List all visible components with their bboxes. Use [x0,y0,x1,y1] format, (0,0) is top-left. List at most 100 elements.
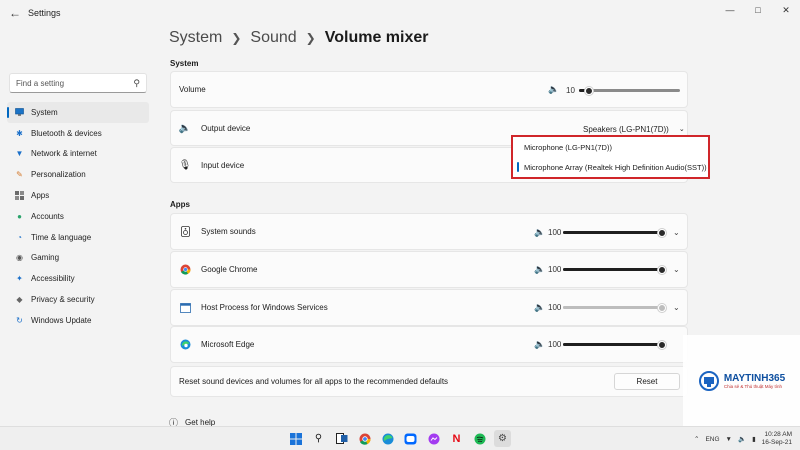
gamepad-icon: ◉ [16,253,23,263]
app-volume-slider[interactable] [563,303,666,312]
speaker-icon[interactable]: 🔈 [534,264,545,275]
watermark-brand: MAYTINH365 [723,372,786,384]
accessibility-icon: ✦ [16,274,23,284]
close-icon[interactable]: ✕ [772,0,800,20]
sidebar-item-label: Windows Update [31,315,92,325]
taskbar: ⚲ N ⚙ ⌃ ENG ▼ 🔈 ▮ 10:28 AM 16-Sep-21 [0,426,800,450]
search-input[interactable] [16,78,126,88]
sidebar-item-personalization[interactable]: ✎ Personalization [7,164,149,185]
app-volume-value: 100 [548,265,562,274]
apps-icon [15,191,24,201]
sidebar-item-accounts[interactable]: ● Accounts [7,206,149,227]
system-tray: ⌃ ENG ▼ 🔈 ▮ 10:28 AM 16-Sep-21 [694,431,792,447]
sidebar-item-bluetooth[interactable]: ✱ Bluetooth & devices [7,123,149,144]
speaker-icon[interactable]: 🔈 [534,227,545,238]
reset-row: Reset sound devices and volumes for all … [170,366,688,397]
app-volume-slider[interactable] [563,340,666,349]
reset-description: Reset sound devices and volumes for all … [179,377,449,386]
search-box[interactable]: ⚲ [9,73,147,93]
slider-thumb[interactable] [658,265,666,274]
sidebar-item-time-language[interactable]: ◔ Time & language [7,227,149,248]
breadcrumb-sound[interactable]: Sound [250,29,296,47]
sidebar-item-windows-update[interactable]: ↻ Windows Update [7,310,149,331]
task-view-icon[interactable] [333,430,350,447]
speaker-icon[interactable]: 🔈 [534,302,545,313]
section-heading-apps: Apps [170,200,190,209]
slider-thumb[interactable] [658,303,666,312]
chevron-down-icon[interactable]: ⌄ [673,265,680,274]
netflix-icon[interactable]: N [448,430,465,447]
search-icon[interactable]: ⚲ [310,430,327,447]
input-option-realtek-microphone-array[interactable]: Microphone Array (Realtek High Definitio… [513,157,708,177]
window-controls: — □ ✕ [716,0,800,20]
breadcrumb: System ❯ Sound ❯ Volume mixer [169,29,428,47]
master-volume-slider[interactable] [579,86,680,95]
slider-fill [563,268,662,271]
language-indicator[interactable]: ENG [705,436,719,443]
chrome-icon [179,264,191,275]
sidebar-item-label: Privacy & security [31,295,95,305]
input-option-lg-microphone[interactable]: Microphone (LG-PN1(7D)) [513,137,708,157]
app-volume-slider[interactable] [563,228,666,237]
sidebar-item-label: Accounts [31,211,64,221]
sidebar-item-apps[interactable]: Apps [7,185,149,206]
shield-icon: ◆ [16,295,23,305]
slider-thumb[interactable] [658,228,666,237]
spotify-icon[interactable] [471,430,488,447]
person-icon: ● [17,211,22,221]
edge-icon[interactable] [379,430,396,447]
update-icon: ↻ [16,315,23,325]
back-arrow-icon[interactable]: ← [4,2,26,24]
microphone-icon: 🎙 [178,159,192,171]
search-icon[interactable]: ⚲ [133,78,140,89]
output-device-value: Speakers (LG-PN1(7D)) [583,124,669,134]
slider-thumb[interactable] [585,86,593,95]
option-label: Microphone Array (Realtek High Definitio… [524,162,707,172]
speaker-icon[interactable]: 🔈 [738,435,746,443]
chevron-down-icon[interactable]: ⌄ [673,228,680,237]
battery-icon[interactable]: ▮ [752,435,756,443]
app-volume-slider[interactable] [563,265,666,274]
sidebar-item-gaming[interactable]: ◉ Gaming [7,248,149,269]
clock[interactable]: 10:28 AM 16-Sep-21 [762,431,792,447]
speaker-icon[interactable]: 🔈 [534,339,545,350]
speaker-icon: 🔈 [178,122,192,134]
settings-gear-icon[interactable]: ⚙ [494,430,511,447]
system-icon [15,108,24,117]
sidebar-item-label: Time & language [31,232,92,242]
sidebar-item-accessibility[interactable]: ✦ Accessibility [7,268,149,289]
taskbar-icons: ⚲ N ⚙ [287,430,511,447]
breadcrumb-system[interactable]: System [169,29,222,47]
maximize-icon[interactable]: □ [744,0,772,20]
sidebar-item-label: Bluetooth & devices [31,128,102,138]
brush-icon: ✎ [16,170,23,180]
minimize-icon[interactable]: — [716,0,744,20]
zalo-icon[interactable] [402,430,419,447]
slider-fill [563,306,662,309]
chevron-right-icon: ❯ [231,31,242,45]
windows-start-icon[interactable] [287,430,304,447]
sidebar-item-system[interactable]: System [7,102,149,123]
wifi-icon[interactable]: ▼ [726,436,732,443]
volume-value: 10 [566,86,575,95]
chevron-down-icon[interactable]: ⌄ [673,303,680,312]
sidebar-item-network[interactable]: ▼ Network & internet [7,144,149,165]
slider-thumb[interactable] [658,340,666,349]
sidebar-item-label: Apps [31,191,50,201]
reset-button[interactable]: Reset [614,373,680,390]
chevron-down-icon: ⌄ [678,126,685,133]
option-label: Microphone (LG-PN1(7D)) [524,142,612,152]
sidebar-item-label: Gaming [31,253,60,263]
chevron-up-icon[interactable]: ⌃ [694,435,699,443]
sidebar-item-label: Network & internet [31,149,97,159]
maytinh365-watermark: MAYTINH365 Chia sẻ & Thủ thuật Máy tính [683,335,800,426]
sidebar-item-privacy[interactable]: ◆ Privacy & security [7,289,149,310]
sidebar-nav: System ✱ Bluetooth & devices ▼ Network &… [7,102,149,331]
messenger-icon[interactable] [425,430,442,447]
window-title: Settings [28,8,61,18]
speaker-icon[interactable]: 🔈 [548,84,559,95]
globe-clock-icon: ◔ [17,232,22,242]
chrome-icon[interactable] [356,430,373,447]
volume-label: Volume [179,85,206,94]
sidebar-item-label: Accessibility [31,274,75,284]
